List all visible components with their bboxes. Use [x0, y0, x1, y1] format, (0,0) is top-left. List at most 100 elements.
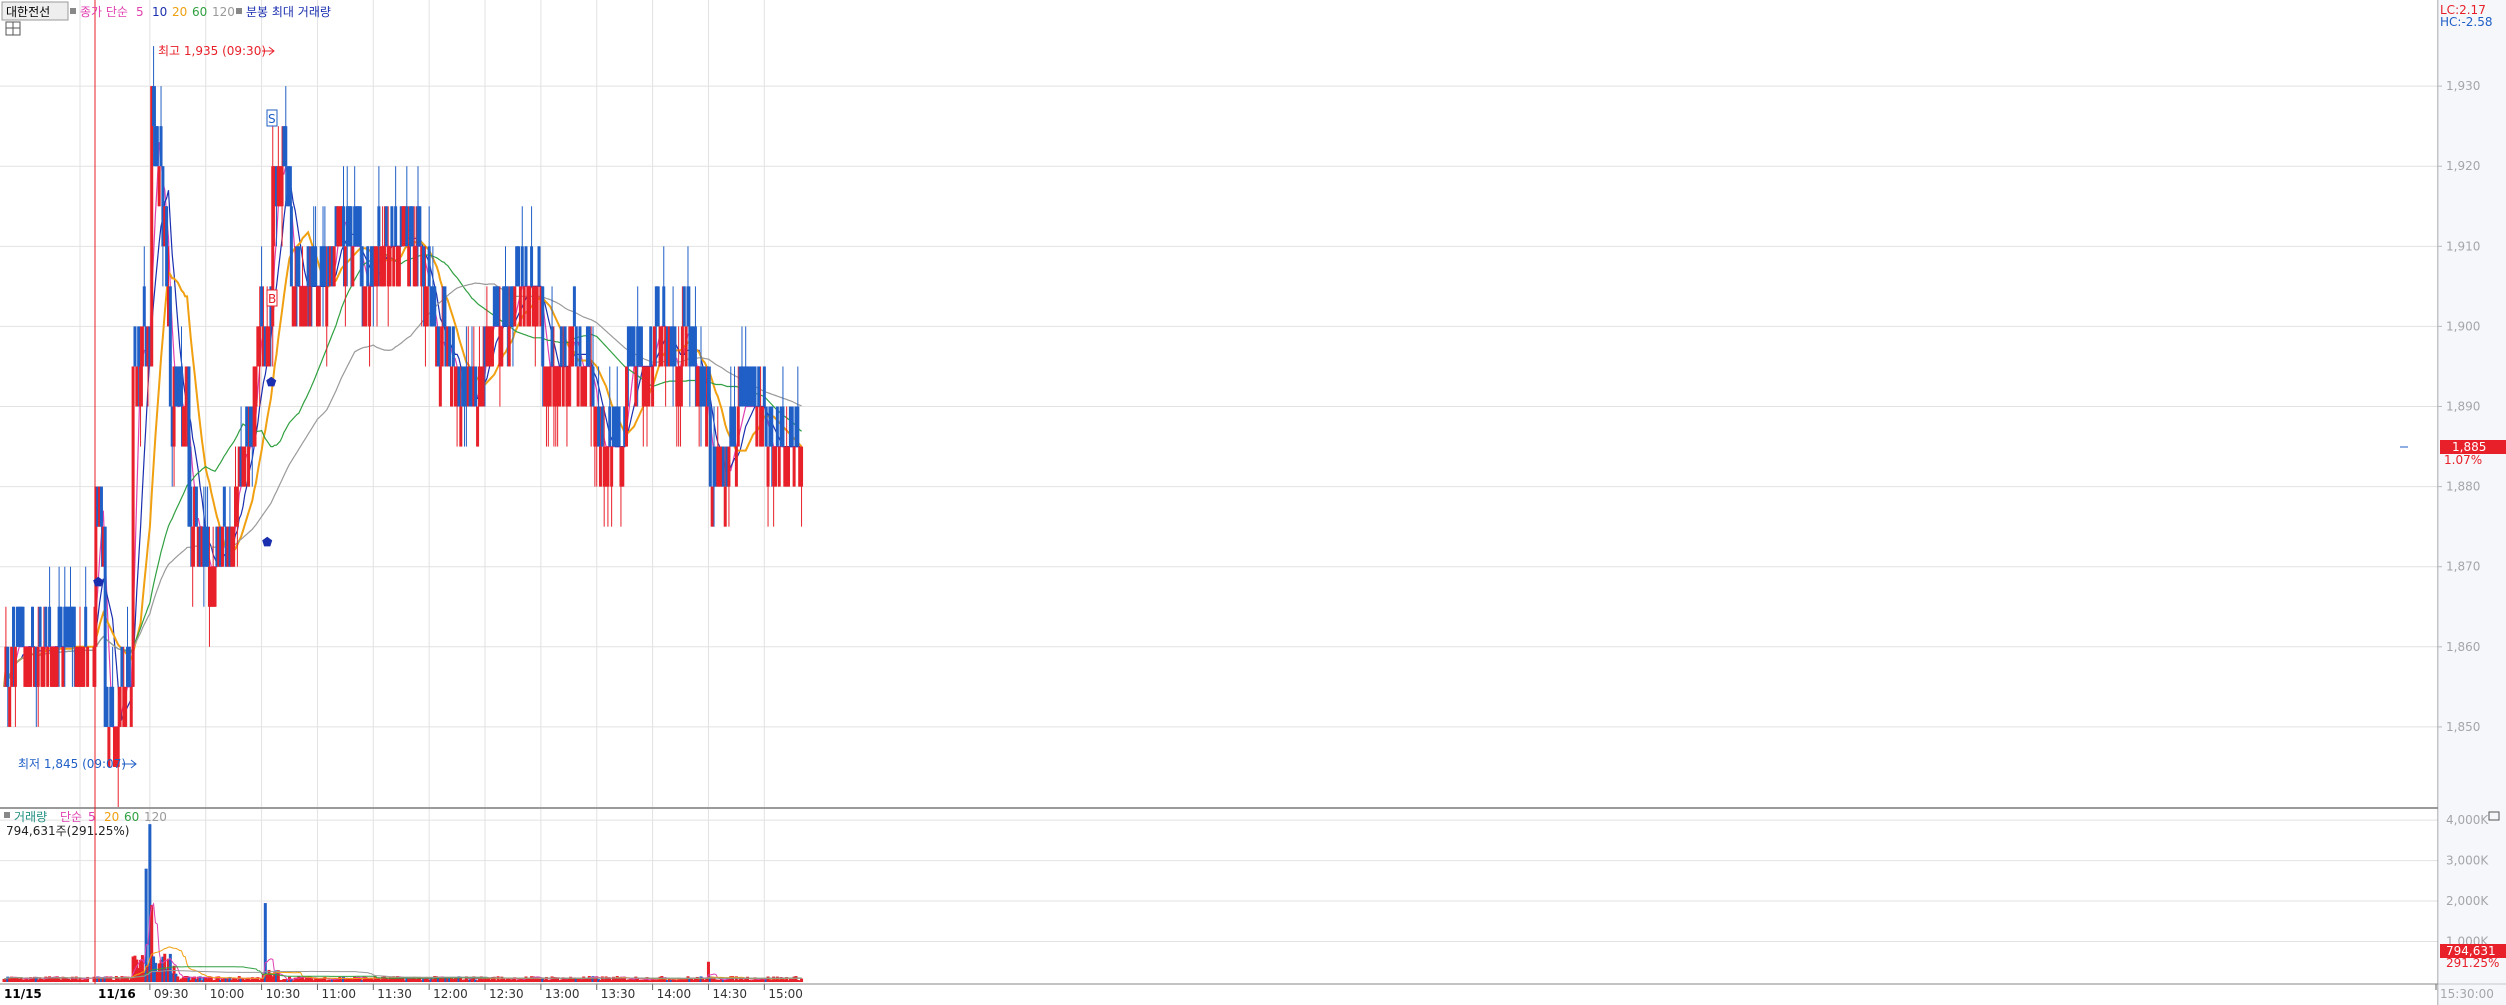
candle-body[interactable]: [29, 646, 33, 687]
candle-body[interactable]: [686, 286, 690, 327]
candle-body[interactable]: [377, 206, 381, 247]
candle-body[interactable]: [405, 206, 409, 247]
candle-body[interactable]: [375, 246, 379, 287]
candle-body[interactable]: [610, 446, 614, 487]
candle-body[interactable]: [684, 326, 688, 367]
candle-body[interactable]: [284, 126, 288, 167]
candle-body[interactable]: [131, 366, 135, 687]
candle-body[interactable]: [124, 686, 128, 727]
candle-body[interactable]: [652, 326, 656, 367]
candle-body[interactable]: [606, 446, 610, 487]
candle-body[interactable]: [325, 286, 329, 327]
candle-body[interactable]: [72, 606, 76, 647]
candle-body[interactable]: [762, 366, 766, 407]
candle-body[interactable]: [537, 246, 541, 287]
candle-body[interactable]: [120, 646, 124, 687]
candle-body[interactable]: [448, 326, 452, 367]
candle-body[interactable]: [450, 366, 454, 407]
candle-body[interactable]: [436, 326, 440, 367]
candle-body[interactable]: [42, 646, 46, 687]
candle-body[interactable]: [476, 406, 480, 447]
candle-body[interactable]: [206, 526, 210, 567]
candle-body[interactable]: [572, 286, 576, 327]
candle-body[interactable]: [118, 686, 122, 727]
candle-body[interactable]: [597, 406, 601, 447]
candle-body[interactable]: [790, 406, 794, 447]
candle-body[interactable]: [388, 246, 392, 287]
candle-body[interactable]: [21, 606, 25, 647]
candle-body[interactable]: [440, 326, 444, 367]
candle-body[interactable]: [390, 206, 394, 247]
candle-body[interactable]: [571, 326, 575, 367]
candle-body[interactable]: [364, 286, 368, 327]
candle-body[interactable]: [368, 286, 372, 327]
candle-body[interactable]: [591, 366, 595, 407]
candle-body[interactable]: [360, 246, 364, 287]
candle-body[interactable]: [558, 366, 561, 407]
candle-body[interactable]: [342, 206, 346, 247]
candle-body[interactable]: [550, 326, 554, 367]
candle-body[interactable]: [567, 366, 571, 407]
candle-body[interactable]: [660, 326, 664, 367]
candle-body[interactable]: [753, 366, 757, 407]
candle-body[interactable]: [500, 326, 504, 367]
candle-body[interactable]: [323, 246, 327, 287]
candle-body[interactable]: [189, 486, 193, 527]
symbol-name[interactable]: 대한전선: [6, 5, 50, 19]
candle-body[interactable]: [507, 326, 511, 367]
candle-body[interactable]: [474, 366, 478, 407]
candle-body[interactable]: [548, 366, 552, 407]
candle-body[interactable]: [706, 366, 710, 407]
candle-body[interactable]: [191, 526, 195, 567]
candle-body[interactable]: [598, 446, 602, 487]
candle-body[interactable]: [384, 206, 388, 247]
candle-body[interactable]: [254, 366, 258, 407]
candle-body[interactable]: [647, 366, 651, 407]
candle-body[interactable]: [442, 286, 446, 327]
candle-body[interactable]: [394, 206, 398, 247]
candle-body[interactable]: [517, 246, 521, 287]
candle-body[interactable]: [297, 246, 301, 287]
candle-body[interactable]: [129, 686, 133, 727]
candle-body[interactable]: [787, 446, 791, 487]
candle-body[interactable]: [727, 446, 731, 487]
candle-body[interactable]: [679, 366, 683, 407]
candle-body[interactable]: [140, 326, 144, 367]
candle-body[interactable]: [587, 326, 591, 367]
candle-body[interactable]: [621, 446, 625, 487]
candle-body[interactable]: [518, 286, 522, 327]
candle-body[interactable]: [44, 606, 48, 647]
candle-body[interactable]: [243, 446, 247, 487]
candle-body[interactable]: [576, 366, 580, 407]
candle-body[interactable]: [8, 686, 12, 727]
candle-body[interactable]: [693, 326, 697, 367]
candle-body[interactable]: [317, 286, 321, 327]
candle-body[interactable]: [159, 126, 163, 167]
candle-body[interactable]: [721, 446, 725, 487]
candle-body[interactable]: [634, 366, 638, 407]
candle-body[interactable]: [770, 406, 774, 447]
candle-body[interactable]: [457, 366, 461, 407]
candle-body[interactable]: [427, 246, 431, 287]
candle-body[interactable]: [293, 286, 297, 327]
candle-body[interactable]: [12, 606, 15, 647]
candle-body[interactable]: [796, 406, 800, 447]
candle-body[interactable]: [245, 406, 249, 447]
candle-body[interactable]: [535, 286, 539, 327]
candle-body[interactable]: [777, 446, 781, 487]
candle-body[interactable]: [608, 406, 612, 447]
candle-body[interactable]: [410, 206, 414, 247]
candle-body[interactable]: [522, 286, 526, 327]
candle-body[interactable]: [766, 446, 770, 487]
candle-body[interactable]: [736, 406, 740, 447]
candle-body[interactable]: [632, 326, 636, 367]
candle-body[interactable]: [733, 406, 737, 447]
candle-body[interactable]: [280, 166, 284, 207]
candle-body[interactable]: [734, 446, 738, 487]
candle-body[interactable]: [656, 286, 660, 327]
candle-body[interactable]: [86, 646, 90, 687]
candle-body[interactable]: [773, 446, 777, 487]
candle-body[interactable]: [82, 646, 86, 687]
candle-body[interactable]: [48, 606, 52, 647]
candle-body[interactable]: [183, 406, 187, 447]
